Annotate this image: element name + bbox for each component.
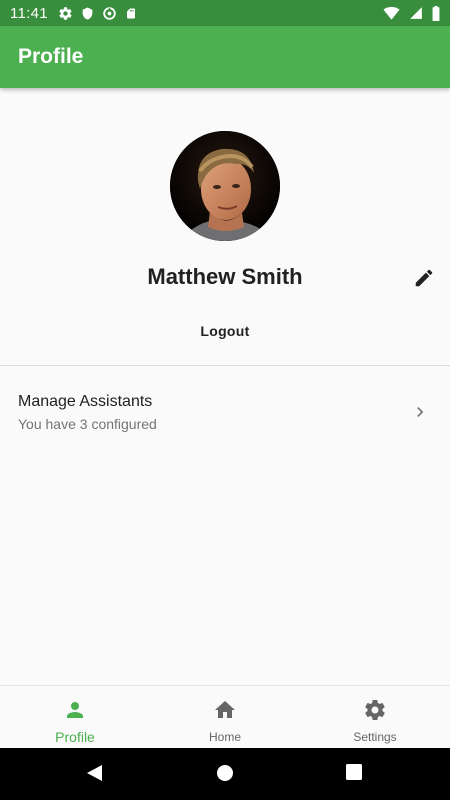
profile-name: Matthew Smith bbox=[147, 264, 303, 289]
list-item-title: Manage Assistants bbox=[18, 393, 153, 410]
avatar bbox=[170, 131, 280, 241]
status-bar: 11:41 bbox=[0, 0, 450, 26]
nav-item-home[interactable]: Home bbox=[150, 686, 300, 748]
app-bar: Profile bbox=[0, 26, 450, 88]
sd-card-icon bbox=[125, 6, 137, 21]
battery-icon bbox=[432, 5, 440, 21]
settings-icon bbox=[58, 6, 73, 21]
recents-icon[interactable] bbox=[346, 764, 362, 785]
nav-item-profile[interactable]: Profile bbox=[0, 686, 150, 748]
status-time: 11:41 bbox=[10, 4, 48, 22]
bottom-nav: Profile Home Settings bbox=[0, 685, 450, 748]
back-icon[interactable] bbox=[85, 764, 103, 787]
avatar-photo bbox=[170, 131, 280, 241]
system-nav-bar bbox=[0, 748, 450, 800]
data-saver-icon bbox=[102, 6, 117, 21]
edit-icon[interactable] bbox=[410, 264, 438, 292]
profile-content: Matthew Smith Logout Manage Assistants Y… bbox=[0, 88, 450, 685]
divider bbox=[0, 365, 450, 366]
person-icon bbox=[63, 698, 87, 727]
page-title: Profile bbox=[18, 45, 84, 68]
nav-label-home: Home bbox=[208, 730, 241, 744]
status-right-icons bbox=[383, 5, 440, 21]
list-item-subtitle: You have 3 configured bbox=[18, 416, 157, 432]
signal-icon bbox=[409, 6, 423, 20]
shield-icon bbox=[81, 6, 94, 21]
status-left-icons bbox=[58, 6, 137, 21]
manage-assistants-item[interactable]: Manage Assistants You have 3 configured bbox=[0, 378, 450, 448]
logout-button[interactable]: Logout bbox=[175, 316, 275, 346]
nav-item-settings[interactable]: Settings bbox=[300, 686, 450, 748]
chevron-right-icon bbox=[410, 402, 430, 427]
settings-icon bbox=[363, 698, 387, 727]
wifi-icon bbox=[383, 6, 400, 20]
nav-label-profile: Profile bbox=[55, 729, 95, 745]
nav-label-settings: Settings bbox=[353, 730, 397, 744]
home-button-icon[interactable] bbox=[216, 764, 234, 787]
home-icon bbox=[213, 698, 237, 727]
